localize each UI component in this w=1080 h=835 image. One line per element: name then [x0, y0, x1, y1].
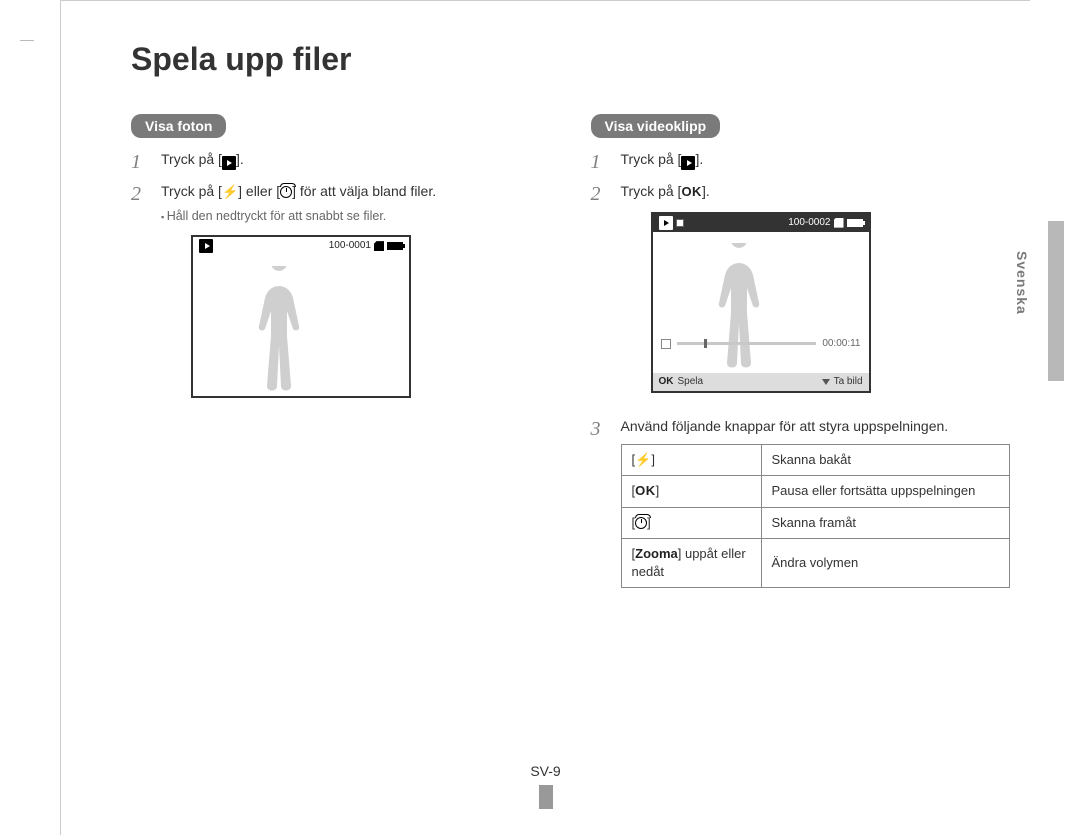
videos-step-1: 1 Tryck på [].	[591, 150, 1011, 182]
playback-mode-icon	[659, 216, 673, 230]
step-text: Tryck på [	[161, 151, 222, 167]
photos-step-2: 2 Tryck på [⚡] eller [ ] för att välja bl…	[131, 182, 551, 422]
controls-tbody: [⚡]Skanna bakåt[OK]Pausa eller fortsätta…	[621, 445, 1010, 588]
botbar-left-text: Spela	[678, 375, 704, 389]
step-text: ] eller [	[238, 183, 280, 199]
ok-icon: OK	[635, 482, 656, 500]
photos-step-1: 1 Tryck på [].	[131, 150, 551, 182]
control-desc-cell: Ändra volymen	[761, 538, 1010, 587]
videos-steps: 1 Tryck på []. 2 Tryck på [OK].	[591, 150, 1011, 600]
step-text: Tryck på [	[161, 183, 222, 199]
botbar-right-text: Ta bild	[834, 375, 863, 389]
down-icon	[822, 379, 830, 385]
timer-icon	[280, 186, 292, 198]
playback-icon	[681, 156, 695, 170]
photo-counter: 100-0001	[329, 239, 371, 253]
step-number: 2	[591, 180, 601, 208]
table-row: [⚡]Skanna bakåt	[621, 445, 1010, 476]
video-screen-topbar: 100-0002	[653, 214, 869, 233]
page-number: SV-9	[530, 763, 560, 779]
side-tab-text: Svenska	[1014, 251, 1030, 315]
playback-mode-icon	[199, 239, 213, 253]
photo-screen-topbar: 100-0001	[193, 237, 409, 256]
video-screen-botbar: OK Spela Ta bild	[653, 373, 869, 391]
control-desc-cell: Skanna framåt	[761, 507, 1010, 538]
side-tab-bar	[1048, 221, 1064, 381]
step-number: 1	[591, 148, 601, 176]
step-text: ].	[236, 151, 244, 167]
flash-icon: ⚡	[222, 183, 238, 201]
video-counter: 100-0002	[788, 216, 830, 230]
sd-icon	[834, 218, 844, 228]
step-number: 2	[131, 180, 141, 208]
table-row: []Skanna framåt	[621, 507, 1010, 538]
botbar-left: OK Spela	[659, 375, 704, 389]
footer-bar	[539, 785, 553, 809]
ok-icon: OK	[681, 183, 702, 201]
step-text: Tryck på [	[621, 151, 682, 167]
step-text: Använd följande knappar för att styra up…	[621, 418, 949, 434]
photo-screen-status: 100-0001	[329, 239, 403, 253]
language-side-tab: Svenska	[1012, 251, 1030, 315]
movie-icon	[676, 219, 684, 227]
videos-step-2: 2 Tryck på [OK]. 100-0002	[591, 182, 1011, 417]
control-key-cell: [Zooma] uppåt eller nedåt	[621, 538, 761, 587]
photos-substep: Håll den nedtryckt för att snabbt se fil…	[161, 208, 551, 226]
control-key-cell: []	[621, 507, 761, 538]
ok-label: OK	[659, 375, 674, 389]
person-silhouette	[249, 266, 309, 396]
videos-step-3: 3 Använd följande knappar för att styra …	[591, 417, 1011, 601]
zoom-label: Zooma	[635, 546, 678, 561]
progress-bar	[677, 342, 817, 345]
page-footer: SV-9	[61, 763, 1030, 809]
step-text: ].	[695, 151, 703, 167]
control-key-cell: [⚡]	[621, 445, 761, 476]
photo-screen-mock: 100-0001	[191, 235, 411, 398]
table-row: [Zooma] uppåt eller nedåtÄndra volymen	[621, 538, 1010, 587]
two-column-layout: Visa foton 1 Tryck på []. 2 Tryck på [⚡]…	[131, 114, 1010, 600]
table-row: [OK]Pausa eller fortsätta uppspelningen	[621, 476, 1010, 507]
flash-icon: ⚡	[635, 451, 651, 469]
video-top-right: 100-0002	[788, 216, 862, 230]
step-number: 3	[591, 415, 601, 443]
controls-table: [⚡]Skanna bakåt[OK]Pausa eller fortsätta…	[621, 444, 1011, 588]
photo-screen-body	[193, 256, 409, 396]
person-silhouette	[709, 243, 769, 373]
video-top-left	[659, 216, 684, 230]
elapsed-time: 00:00:11	[822, 337, 860, 351]
videos-column: Visa videoklipp 1 Tryck på []. 2 Tryck p…	[591, 114, 1011, 600]
battery-icon	[387, 242, 403, 250]
step-text: Tryck på [	[621, 183, 682, 199]
control-desc-cell: Pausa eller fortsätta uppspelningen	[761, 476, 1010, 507]
step-text: ].	[702, 183, 710, 199]
videos-section-label: Visa videoklipp	[591, 114, 721, 138]
control-desc-cell: Skanna bakåt	[761, 445, 1010, 476]
stop-icon	[661, 339, 671, 349]
photos-steps: 1 Tryck på []. 2 Tryck på [⚡] eller [ ] f…	[131, 150, 551, 422]
control-key-cell: [OK]	[621, 476, 761, 507]
photos-column: Visa foton 1 Tryck på []. 2 Tryck på [⚡]…	[131, 114, 551, 600]
botbar-right: Ta bild	[822, 375, 863, 389]
step-number: 1	[131, 148, 141, 176]
page-title: Spela upp filer	[131, 41, 1010, 78]
page-frame: Spela upp filer Visa foton 1 Tryck på []…	[60, 0, 1030, 835]
photos-section-label: Visa foton	[131, 114, 226, 138]
video-progress: 00:00:11	[661, 337, 861, 351]
timer-icon	[635, 517, 647, 529]
video-screen-mock: 100-0002	[651, 212, 871, 393]
battery-icon	[847, 219, 863, 227]
content-area: Spela upp filer Visa foton 1 Tryck på []…	[61, 41, 1030, 600]
playback-icon	[222, 156, 236, 170]
step-text: ] för att välja bland filer.	[292, 183, 436, 199]
crop-mark	[20, 40, 34, 41]
sd-icon	[374, 241, 384, 251]
video-screen-body: 00:00:11	[653, 233, 869, 373]
